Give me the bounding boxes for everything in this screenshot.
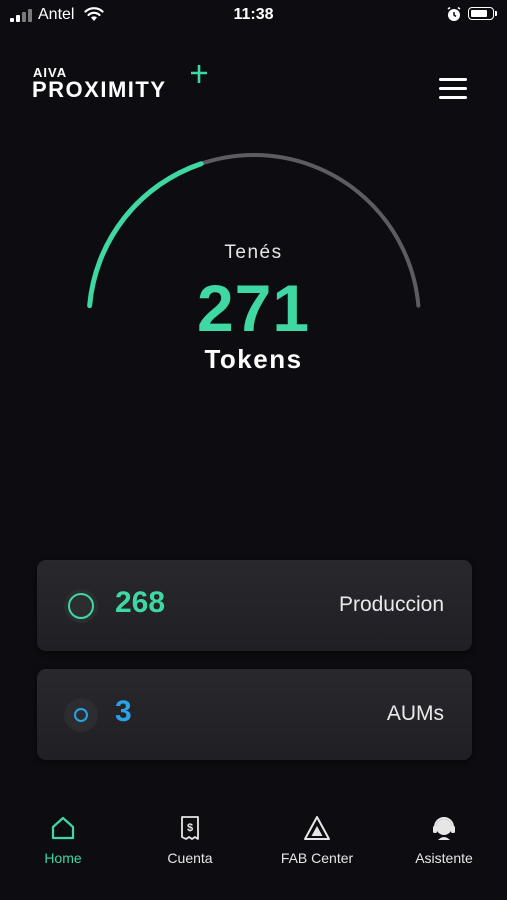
assistant-headset-icon [433,817,455,840]
aums-label: AUMs [386,702,444,725]
nav-asistente-label: Asistente [415,850,473,866]
token-count: 271 [196,271,311,345]
nav-home-label: Home [44,850,82,866]
nav-cuenta[interactable]: $ Cuenta [135,814,245,874]
gauge-label: Tenés [224,242,283,263]
produccion-card[interactable]: 268 Produccion [37,560,472,651]
nav-fab-center-label: FAB Center [280,850,354,866]
battery-icon [468,7,497,20]
nav-home[interactable]: Home [8,814,118,874]
dot-ring-icon [64,698,98,732]
aums-card[interactable]: 3 AUMs [37,669,472,760]
app-logo: AIVA PROXIMITY [32,62,212,106]
produccion-value: 268 [115,586,166,619]
nav-cuenta-label: Cuenta [167,850,213,866]
ring-icon [64,589,98,623]
status-time: 11:38 [233,6,274,23]
status-bar: Antel 11:38 [0,0,507,32]
bottom-nav: Home $ Cuenta FAB Center Asistente [0,800,507,900]
hamburger-menu-icon[interactable] [438,76,468,102]
alarm-icon [447,6,461,21]
logo-big-text: PROXIMITY [32,77,167,102]
nav-asistente[interactable]: Asistente [389,814,499,874]
nav-fab-center[interactable]: FAB Center [262,814,372,874]
home-icon [51,816,75,840]
logo-plus-icon [191,65,207,83]
receipt-dollar-icon: $ [181,816,199,840]
produccion-label: Produccion [338,593,444,616]
gauge-unit: Tokens [204,344,303,374]
svg-text:$: $ [187,822,193,834]
triangle-icon [304,816,330,840]
aums-value: 3 [115,695,132,728]
